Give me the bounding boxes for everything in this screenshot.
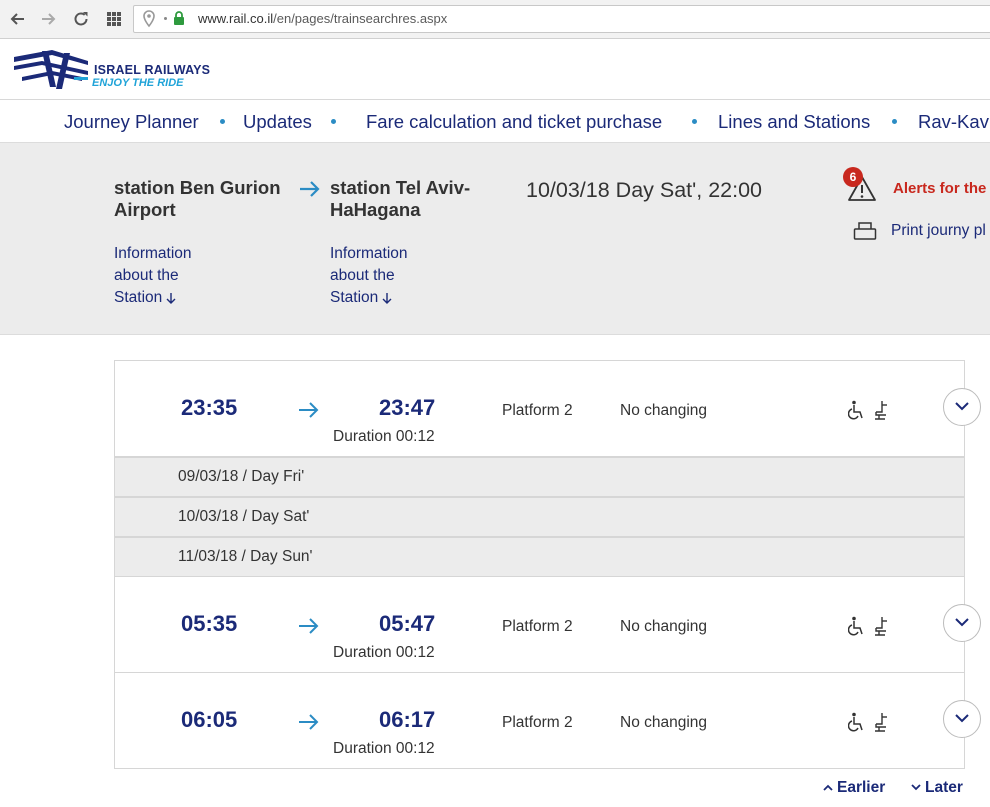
separator-dot <box>164 17 167 20</box>
back-icon[interactable] <box>8 9 28 29</box>
trip-duration: Duration 00:12 <box>333 428 435 445</box>
info-line: about the <box>330 267 395 284</box>
trip-duration: Duration 00:12 <box>333 644 435 661</box>
nav-separator <box>892 119 897 124</box>
browser-toolbar: www.rail.co.il/en/pages/trainsearchres.a… <box>0 0 990 39</box>
platform: Platform 2 <box>502 714 573 731</box>
arrow-right-icon <box>299 618 319 634</box>
destination-station: station Tel Aviv- HaHagana <box>330 177 470 221</box>
platform: Platform 2 <box>502 618 573 635</box>
seat-icon <box>875 713 887 732</box>
result-row[interactable]: 23:35 23:47 Duration 00:12 Platform 2 No… <box>114 360 965 457</box>
destination-station-line2: HaHagana <box>330 199 421 220</box>
logo-mark-icon <box>14 50 88 89</box>
trip-duration: Duration 00:12 <box>333 740 435 757</box>
israel-railways-logo[interactable]: ISRAEL RAILWAYS ENJOY THE RIDE <box>12 47 210 96</box>
earlier-label: Earlier <box>837 779 886 796</box>
seat-icon <box>875 401 887 420</box>
site-header: ISRAEL RAILWAYS ENJOY THE RIDE <box>0 39 990 99</box>
date-separator: 09/03/18 / Day Fri' <box>114 457 965 497</box>
forward-icon[interactable] <box>38 9 58 29</box>
nav-separator <box>220 119 225 124</box>
arrow-right-icon <box>299 714 319 730</box>
date-label: 11/03/18 / Day Sun' <box>178 548 313 565</box>
later-button[interactable]: Later <box>911 779 963 797</box>
nav-item-updates[interactable]: Updates <box>243 111 312 133</box>
wheelchair-icon <box>848 712 863 732</box>
location-pin-icon[interactable] <box>142 10 156 28</box>
main-navigation: Journey Planner Updates Fare calculation… <box>0 99 990 143</box>
chevron-up-icon <box>823 784 833 791</box>
nav-item-journey-planner[interactable]: Journey Planner <box>64 111 199 133</box>
origin-station-info-link[interactable]: Information about the Station <box>114 243 192 309</box>
date-label: 09/03/18 / Day Fri' <box>178 468 305 485</box>
logo-title: ISRAEL RAILWAYS <box>94 63 211 77</box>
chevron-down-icon <box>911 784 921 791</box>
destination-station-line1: station Tel Aviv- <box>330 177 471 198</box>
departure-time: 06:05 <box>181 707 238 732</box>
reload-icon[interactable] <box>71 9 91 29</box>
earlier-button[interactable]: Earlier <box>823 779 885 797</box>
departure-time: 23:35 <box>181 395 238 420</box>
origin-station-line2: Airport <box>114 199 176 220</box>
alerts-link[interactable]: Alerts for the <box>893 180 986 197</box>
print-journey-link[interactable]: Print journy pl <box>891 222 986 240</box>
info-line: Information <box>330 245 408 262</box>
lock-icon[interactable] <box>173 10 185 26</box>
info-line: Station <box>114 289 163 306</box>
expand-details-button[interactable] <box>943 604 981 642</box>
chevron-down-icon <box>955 618 969 627</box>
date-label: 10/03/18 / Day Sat' <box>178 508 310 525</box>
arrow-down-icon <box>166 293 176 304</box>
url-path: /en/pages/trainsearchres.aspx <box>273 11 448 26</box>
nav-separator <box>331 119 336 124</box>
chevron-down-icon <box>955 714 969 723</box>
changes-info: No changing <box>620 714 708 731</box>
journey-summary: station Ben Gurion Airport station Tel A… <box>0 142 990 335</box>
arrow-down-icon <box>382 293 392 304</box>
expand-details-button[interactable] <box>943 388 981 426</box>
nav-item-fare-calculation[interactable]: Fare calculation and ticket purchase <box>366 111 662 133</box>
chevron-down-icon <box>955 402 969 411</box>
apps-icon[interactable] <box>104 9 124 29</box>
result-row[interactable]: 06:05 06:17 Duration 00:12 Platform 2 No… <box>114 672 965 769</box>
changes-info: No changing <box>620 618 708 635</box>
date-separator: 11/03/18 / Day Sun' <box>114 537 965 577</box>
arrival-time: 23:47 <box>379 395 436 420</box>
address-bar[interactable]: www.rail.co.il/en/pages/trainsearchres.a… <box>133 5 990 33</box>
url-host: www.rail.co.il <box>198 11 274 26</box>
origin-station: station Ben Gurion Airport <box>114 177 281 221</box>
nav-separator <box>692 119 697 124</box>
result-row[interactable]: 05:35 05:47 Duration 00:12 Platform 2 No… <box>114 576 965 673</box>
direction-arrow-icon <box>300 181 320 197</box>
later-label: Later <box>925 779 963 796</box>
info-line: about the <box>114 267 179 284</box>
destination-station-info-link[interactable]: Information about the Station <box>330 243 408 309</box>
journey-date-time: 10/03/18 Day Sat', 22:00 <box>526 178 762 202</box>
changes-info: No changing <box>620 402 708 419</box>
platform: Platform 2 <box>502 402 573 419</box>
expand-details-button[interactable] <box>943 700 981 738</box>
logo-tagline: ENJOY THE RIDE <box>92 77 184 89</box>
url-text[interactable]: www.rail.co.il/en/pages/trainsearchres.a… <box>198 11 447 26</box>
wheelchair-icon <box>848 400 863 420</box>
arrow-right-icon <box>299 402 319 418</box>
info-line: Station <box>330 289 379 306</box>
arrival-time: 06:17 <box>379 707 436 732</box>
alerts-count-badge: 6 <box>843 167 863 187</box>
nav-item-lines-and-stations[interactable]: Lines and Stations <box>718 111 870 133</box>
date-separator: 10/03/18 / Day Sat' <box>114 497 965 537</box>
printer-icon[interactable] <box>853 221 877 241</box>
arrival-time: 05:47 <box>379 611 436 636</box>
nav-item-rav-kav[interactable]: Rav-Kav <box>918 111 989 133</box>
departure-time: 05:35 <box>181 611 238 636</box>
info-line: Information <box>114 245 192 262</box>
wheelchair-icon <box>848 616 863 636</box>
seat-icon <box>875 617 887 636</box>
origin-station-line1: station Ben Gurion <box>114 177 281 198</box>
